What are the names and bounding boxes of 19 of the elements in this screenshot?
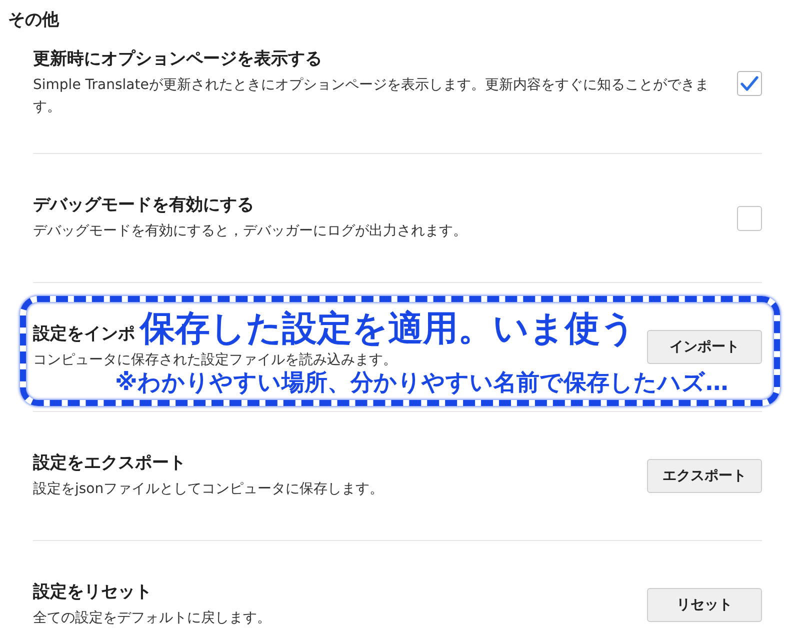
annotation-note: ※わかりやすい場所、分かりやすい名前で保存したハズ… bbox=[115, 371, 728, 395]
checkbox[interactable] bbox=[737, 206, 762, 230]
setting-description: デバッグモードを有効にすると，デバッガーにログが出力されます。 bbox=[33, 222, 467, 241]
setting-description: コンピュータに保存された設定ファイルを読み込みます。 bbox=[33, 351, 397, 370]
setting-title: 設定をインポ bbox=[33, 323, 135, 345]
action-button[interactable]: インポート bbox=[647, 330, 762, 364]
annotation-heading: 保存した設定を適用。いま使う bbox=[140, 311, 636, 347]
setting-description: 設定をjsonファイルとしてコンピュータに保存します。 bbox=[33, 480, 384, 499]
action-button[interactable]: エクスポート bbox=[647, 459, 762, 493]
setting-title: 更新時にオプションページを表示する bbox=[33, 48, 322, 70]
setting-description: 全ての設定をデフォルトに戻します。 bbox=[33, 609, 271, 628]
action-button[interactable]: リセット bbox=[647, 588, 762, 622]
checkmark-icon bbox=[740, 74, 759, 92]
setting-title: 設定をエクスポート bbox=[33, 452, 186, 474]
checkbox[interactable] bbox=[737, 70, 762, 96]
setting-title: 設定をリセット bbox=[33, 581, 152, 603]
setting-description: Simple Translateが更新されたときにオプションページを表示します。更新内容をすぐに知ることができます。 bbox=[33, 76, 710, 117]
section-title: その他 bbox=[8, 9, 59, 32]
setting-title: デバッグモードを有効にする bbox=[33, 194, 254, 216]
